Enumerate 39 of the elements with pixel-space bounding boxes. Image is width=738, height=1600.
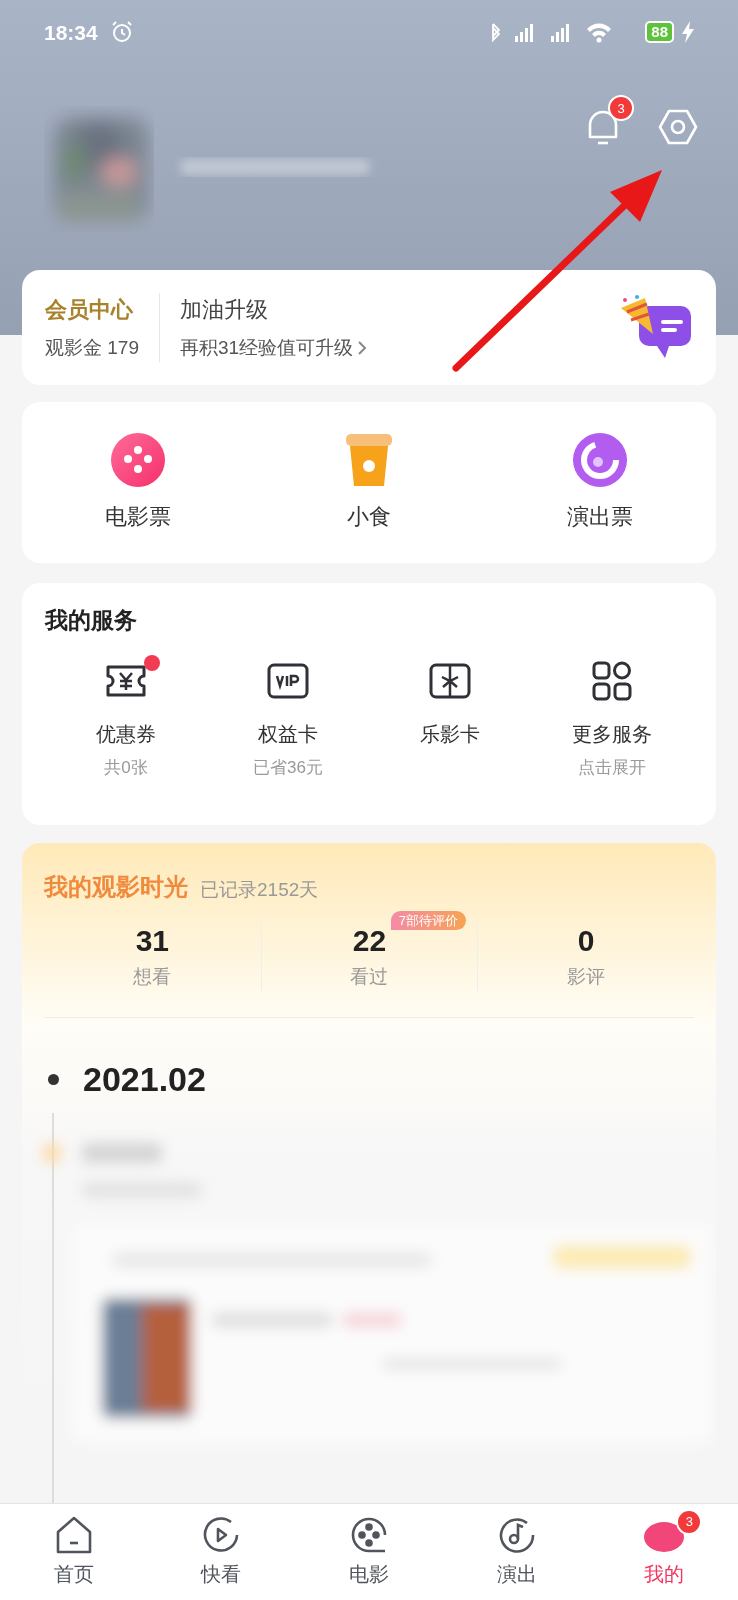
service-subtitle: 共0张 <box>104 757 148 780</box>
timeline-date: 2021.02 <box>83 1059 206 1101</box>
upgrade-hint[interactable]: 再积31经验值可升级 <box>180 333 354 363</box>
stat-label: 影评 <box>567 964 606 989</box>
grid-icon <box>590 659 634 704</box>
service-label[interactable]: 优惠券 <box>96 719 156 750</box>
stat-value[interactable]: 31 <box>135 923 169 957</box>
chevron-right-icon <box>357 339 368 356</box>
notification-badge: 3 <box>608 95 634 122</box>
stat-label: 想看 <box>133 964 172 989</box>
film-reel-icon <box>109 431 166 488</box>
charging-icon <box>682 21 694 44</box>
music-disc-icon <box>572 431 629 488</box>
nav-tab[interactable]: 首页 <box>0 1515 148 1590</box>
nav-tab[interactable]: 快看 <box>147 1515 296 1590</box>
member-center-title[interactable]: 会员中心 <box>45 292 139 326</box>
stat-value[interactable]: 22 <box>352 923 387 957</box>
stat-label: 看过 <box>350 964 389 989</box>
upgrade-title: 加油升级 <box>180 295 269 324</box>
battery-indicator: 88 <box>645 21 674 44</box>
record-days: 已记录2152天 <box>200 876 319 905</box>
nav-tab[interactable]: 电影 <box>295 1515 443 1590</box>
ticket-label[interactable]: 小食 <box>347 499 391 533</box>
nav-badge: 3 <box>676 1509 703 1536</box>
service-label[interactable]: 更多服务 <box>572 719 652 750</box>
stat-value[interactable]: 0 <box>577 923 595 957</box>
status-time: 18:34 <box>44 19 98 46</box>
service-subtitle: 点击展开 <box>578 757 646 780</box>
ticket-label[interactable]: 电影票 <box>104 499 171 533</box>
services-title: 我的服务 <box>45 605 138 635</box>
pending-review-tag: 7部待评价 <box>390 910 467 931</box>
service-subtitle: 已省36元 <box>253 757 323 780</box>
ticket-label[interactable]: 演出票 <box>567 499 634 533</box>
service-label[interactable]: 权益卡 <box>258 719 318 750</box>
nav-tab[interactable]: 演出 <box>442 1515 591 1590</box>
member-coins: 观影金 179 <box>45 335 139 360</box>
film-time-title: 我的观影时光 <box>44 871 188 902</box>
service-label[interactable]: 乐影卡 <box>420 719 480 750</box>
cup-icon <box>344 431 394 488</box>
